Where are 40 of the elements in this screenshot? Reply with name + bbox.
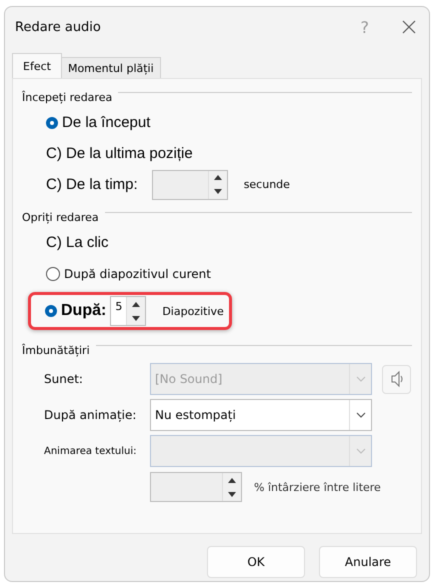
dialog-button[interactable]: Anulare bbox=[319, 546, 417, 578]
delay-label: % întârziere între litere bbox=[254, 480, 381, 494]
tab[interactable]: Momentul plății bbox=[60, 57, 161, 78]
option-label: De la început bbox=[62, 114, 150, 131]
speaker-icon bbox=[390, 370, 402, 388]
speaker-button[interactable] bbox=[382, 364, 411, 394]
window-title: Redare audio bbox=[15, 20, 102, 34]
unit-label: secunde bbox=[244, 178, 290, 191]
dialog-button[interactable]: OK bbox=[207, 546, 305, 578]
close-icon bbox=[402, 20, 416, 34]
field-label: Animarea textului: bbox=[44, 446, 138, 456]
tab[interactable]: Efect bbox=[12, 53, 62, 78]
group-title: Începeți redarea bbox=[22, 91, 112, 104]
unit-label: Diapozitive bbox=[162, 304, 224, 318]
chevron-down-icon bbox=[356, 376, 366, 382]
down-arrow-icon bbox=[132, 316, 140, 320]
increment-button[interactable] bbox=[127, 297, 146, 311]
up-arrow-icon bbox=[214, 175, 222, 180]
field-label: După animație: bbox=[44, 408, 138, 422]
radio-button[interactable] bbox=[46, 266, 60, 280]
option-label: C) De la ultima poziție bbox=[46, 145, 193, 162]
up-arrow-icon bbox=[132, 302, 140, 306]
option-label: După diapozitivul curent bbox=[64, 266, 211, 280]
option-label: C) De la timp: bbox=[46, 176, 138, 193]
option-label: După: bbox=[61, 302, 106, 320]
radio-button[interactable] bbox=[46, 116, 58, 128]
up-arrow-icon bbox=[228, 478, 236, 482]
chevron-down-icon bbox=[356, 412, 366, 418]
radio-button[interactable] bbox=[45, 305, 57, 317]
field-label: Sunet: bbox=[44, 372, 84, 386]
after-animation-dropdown[interactable]: Nu estompați bbox=[150, 399, 372, 431]
group-title: Opriți redarea bbox=[22, 211, 99, 224]
chevron-down-icon bbox=[356, 448, 366, 454]
group-title: Îmbunătățiri bbox=[22, 344, 90, 357]
down-arrow-icon bbox=[214, 189, 222, 194]
decrement-button[interactable] bbox=[127, 311, 146, 325]
down-arrow-icon bbox=[228, 492, 236, 496]
option-label: C) La clic bbox=[46, 234, 109, 251]
number-field[interactable]: 5 bbox=[110, 296, 146, 326]
number-field[interactable] bbox=[152, 170, 228, 200]
